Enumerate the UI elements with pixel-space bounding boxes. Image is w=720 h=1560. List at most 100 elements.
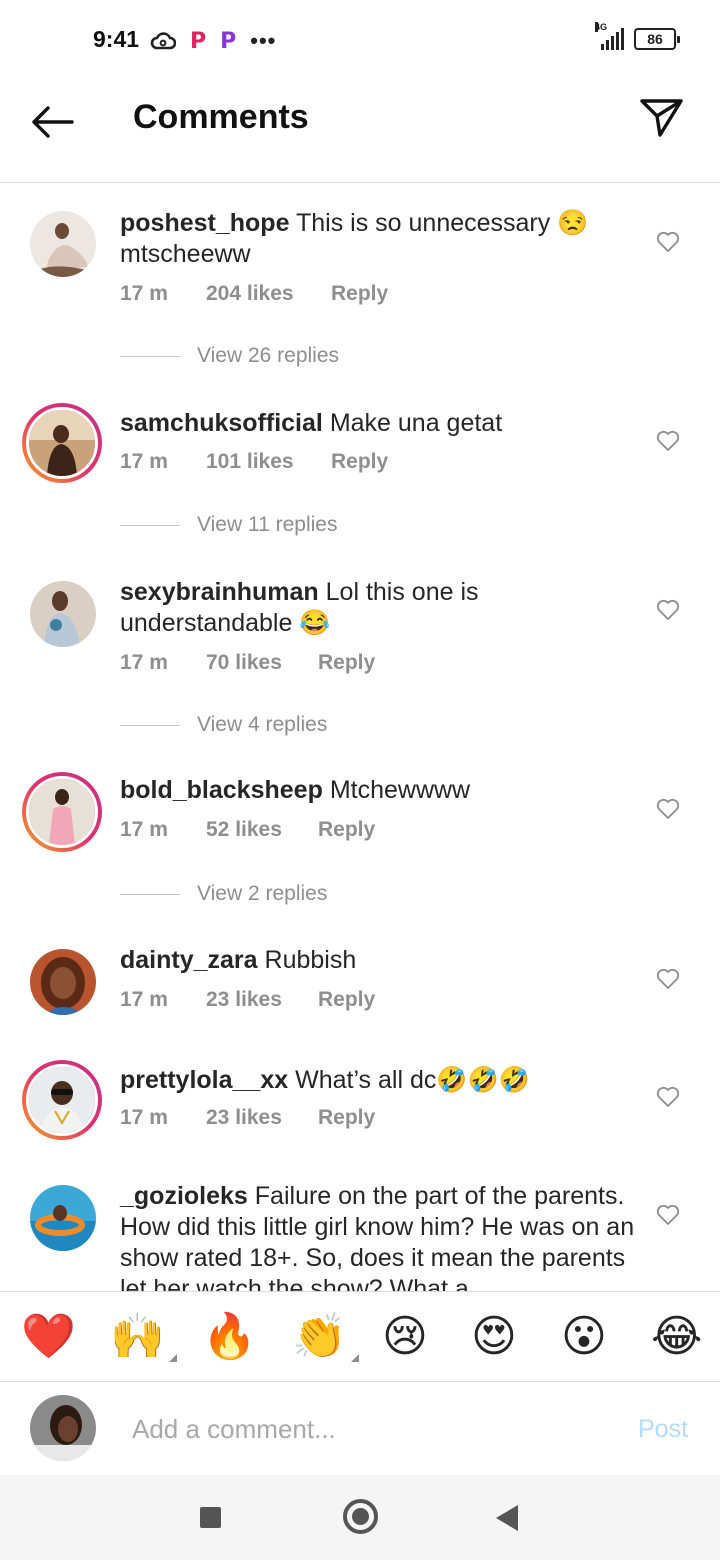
view-replies-label: View 2 replies: [197, 882, 328, 905]
comment-meta: 17 m 52 likes Reply: [120, 818, 375, 842]
emoji-heart-button[interactable]: ❤️: [21, 1312, 76, 1362]
emoji-crying-button[interactable]: 😢: [382, 1312, 428, 1362]
comment-input[interactable]: [132, 1409, 612, 1449]
system-nav-bar: [0, 1475, 720, 1560]
app-notification-icon: P: [190, 28, 207, 54]
comment-username[interactable]: samchuksofficial: [120, 409, 323, 437]
comment-likes[interactable]: 70 likes: [206, 651, 318, 675]
status-time: 9:41: [93, 26, 140, 52]
like-heart-icon[interactable]: [656, 1204, 680, 1226]
comment-time: 17 m: [120, 450, 168, 473]
comment-text: bold_blacksheep Mtchewwww: [120, 775, 640, 806]
comment-time: 17 m: [120, 988, 168, 1011]
emoji-clap-button[interactable]: 👏: [292, 1312, 359, 1362]
avatar-story-ring[interactable]: [22, 403, 102, 483]
reply-button[interactable]: Reply: [318, 1106, 375, 1130]
replies-divider: [120, 724, 180, 726]
app-notification-icon-2: P: [220, 28, 237, 54]
emoji-joy-button[interactable]: 😂: [651, 1312, 702, 1362]
comment-username[interactable]: dainty_zara: [120, 946, 258, 974]
comment-likes[interactable]: 101 likes: [206, 450, 331, 474]
current-user-avatar: [30, 1395, 96, 1461]
comment-meta: 17 m 23 likes Reply: [120, 1106, 375, 1130]
comment-username[interactable]: sexybrainhuman: [120, 578, 319, 606]
replies-divider: [120, 893, 180, 895]
avatar[interactable]: [30, 581, 96, 647]
comment-time: 17 m: [120, 1106, 168, 1129]
view-replies-label: View 11 replies: [197, 513, 338, 536]
comment-composer: Post: [0, 1383, 720, 1475]
skin-tone-indicator: [168, 1354, 177, 1362]
like-heart-icon[interactable]: [656, 968, 680, 990]
home-icon[interactable]: [343, 1499, 378, 1534]
comment-likes[interactable]: 23 likes: [206, 988, 318, 1012]
emoji-raised-hands-button[interactable]: 🙌: [110, 1312, 177, 1362]
view-replies-button[interactable]: View 26 replies: [120, 344, 339, 368]
emoji-surprised-button[interactable]: 😮: [561, 1312, 607, 1362]
like-heart-icon[interactable]: [656, 798, 680, 820]
comment-likes[interactable]: 52 likes: [206, 818, 318, 842]
signal-icon: 4G: [595, 22, 624, 50]
battery-icon: 86: [634, 28, 680, 50]
comments-list[interactable]: poshest_hope This is so unnecessary 😒 mt…: [0, 184, 720, 1291]
avatar[interactable]: [30, 1185, 96, 1251]
comment-text: prettylola__xx What’s all dc🤣🤣🤣: [120, 1065, 640, 1096]
nav-back-icon[interactable]: [496, 1505, 518, 1531]
like-heart-icon[interactable]: [656, 599, 680, 621]
reply-button[interactable]: Reply: [318, 988, 375, 1012]
status-bar: 9:41 P P ••• 4G 86: [0, 0, 720, 84]
avatar-story-ring[interactable]: [22, 1060, 102, 1140]
emoji-quick-bar: ❤️ 🙌 🔥 👏 😢 😍 😮 😂: [0, 1291, 720, 1382]
avatar[interactable]: [30, 949, 96, 1015]
cloud-icon: [150, 32, 176, 50]
reply-button[interactable]: Reply: [318, 818, 375, 842]
comment-text: poshest_hope This is so unnecessary 😒 mt…: [120, 208, 640, 270]
comment-body: What’s all dc🤣🤣🤣: [295, 1066, 530, 1094]
comment-time: 17 m: [120, 651, 168, 674]
comment-username[interactable]: bold_blacksheep: [120, 776, 323, 804]
comment-body: Make una getat: [329, 409, 503, 437]
emoji-fire-button[interactable]: 🔥: [202, 1312, 257, 1362]
comment-username[interactable]: poshest_hope: [120, 209, 289, 237]
comment-time: 17 m: [120, 818, 168, 841]
avatar[interactable]: [30, 211, 96, 277]
comment-time: 17 m: [120, 282, 168, 305]
recent-apps-icon[interactable]: [200, 1507, 221, 1528]
comment-text: dainty_zara Rubbish: [120, 945, 640, 976]
status-right: 4G 86: [595, 22, 680, 50]
comment-text: _gozioleks Failure on the part of the pa…: [120, 1181, 640, 1291]
send-icon[interactable]: [638, 97, 684, 139]
comment-likes[interactable]: 23 likes: [206, 1106, 318, 1130]
like-heart-icon[interactable]: [656, 430, 680, 452]
comment-meta: 17 m 70 likes Reply: [120, 651, 375, 675]
view-replies-label: View 26 replies: [197, 344, 340, 367]
reply-button[interactable]: Reply: [331, 450, 388, 474]
comment-meta: 17 m 23 likes Reply: [120, 988, 375, 1012]
skin-tone-indicator: [350, 1354, 359, 1362]
like-heart-icon[interactable]: [656, 231, 680, 253]
view-replies-label: View 4 replies: [197, 713, 328, 736]
reply-button[interactable]: Reply: [318, 651, 375, 675]
avatar-story-ring[interactable]: [22, 772, 102, 852]
comment-text: samchuksofficial Make una getat: [120, 408, 640, 439]
replies-divider: [120, 524, 180, 526]
comment-username[interactable]: prettylola__xx: [120, 1066, 288, 1094]
view-replies-button[interactable]: View 4 replies: [120, 713, 327, 737]
comment-text: sexybrainhuman Lol this one is understan…: [120, 577, 640, 639]
reply-button[interactable]: Reply: [331, 282, 388, 306]
comment-body: Rubbish: [264, 946, 357, 974]
like-heart-icon[interactable]: [656, 1086, 680, 1108]
status-notification-icons: P P •••: [150, 28, 276, 54]
page-title: Comments: [133, 98, 309, 136]
network-label: 4G: [595, 22, 608, 32]
emoji-heart-eyes-button[interactable]: 😍: [471, 1312, 517, 1362]
post-button[interactable]: Post: [638, 1415, 688, 1444]
more-notifications-icon: •••: [250, 28, 277, 53]
back-arrow-icon[interactable]: [28, 102, 76, 142]
view-replies-button[interactable]: View 11 replies: [120, 513, 337, 537]
comment-username[interactable]: _gozioleks: [120, 1182, 248, 1210]
header: Comments: [0, 84, 720, 183]
comment-likes[interactable]: 204 likes: [206, 282, 331, 306]
comment-body: Mtchewwww: [329, 776, 471, 804]
view-replies-button[interactable]: View 2 replies: [120, 882, 327, 906]
